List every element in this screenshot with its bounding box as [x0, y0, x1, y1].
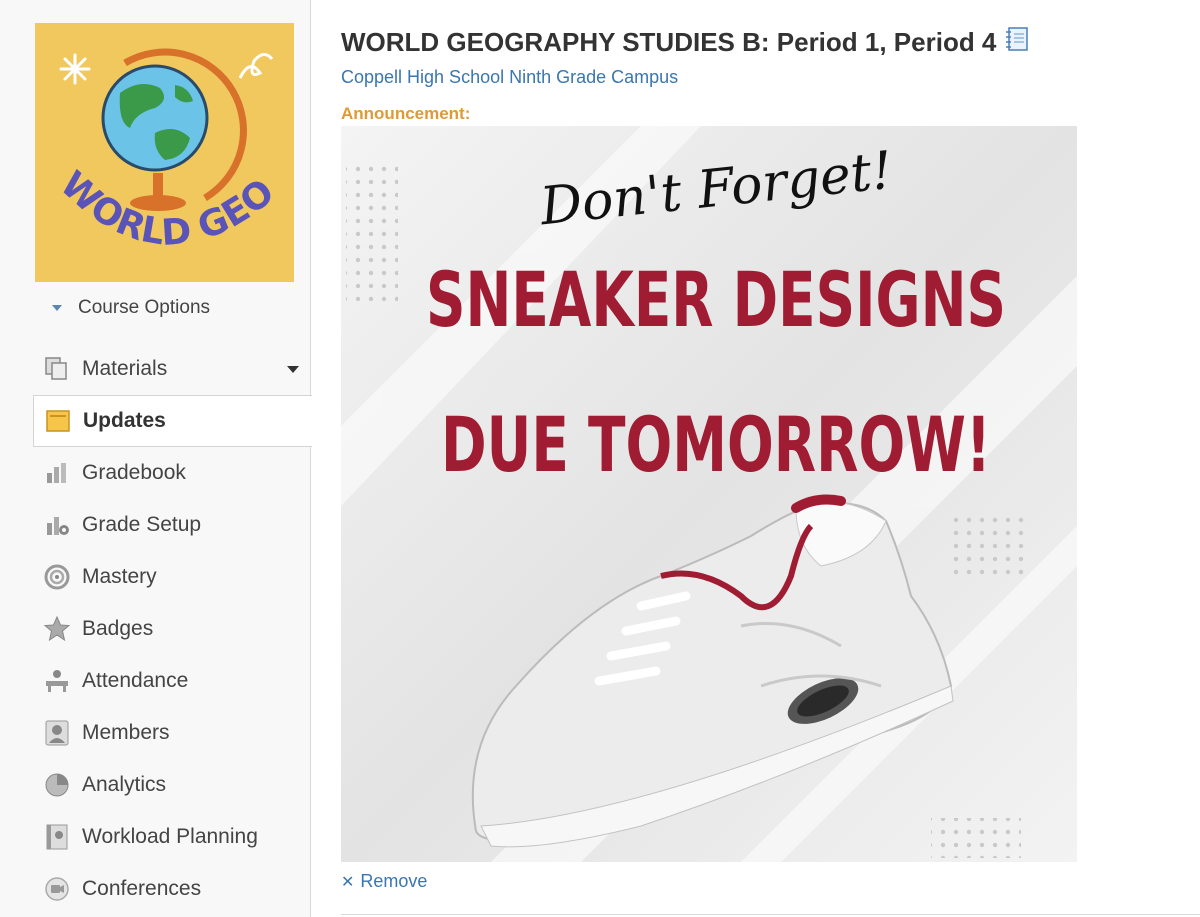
globe-logo-icon: WORLD GEOGRAPHY — [35, 23, 294, 282]
notebook-icon[interactable] — [1004, 26, 1030, 59]
members-icon — [42, 718, 72, 748]
svg-text:DUE TOMORROW!: DUE TOMORROW! — [441, 400, 991, 489]
sidebar-item-label: Grade Setup — [82, 513, 202, 536]
course-nav: Materials Updates Gradebook Grade Setup — [0, 343, 312, 915]
sneaker-poster-image: Don't Forget! SNEAKER DESIGNS DUE TOMORR… — [341, 126, 1077, 862]
sidebar-item-label: Analytics — [82, 773, 167, 796]
sidebar-item-members[interactable]: Members — [0, 707, 311, 759]
sidebar-item-label: Updates — [83, 409, 166, 432]
announcement-image: Don't Forget! SNEAKER DESIGNS DUE TOMORR… — [341, 126, 1077, 862]
grade-setup-icon — [42, 510, 72, 540]
badges-icon — [42, 614, 72, 644]
close-icon: ✕ — [341, 873, 355, 891]
sidebar-item-label: Conferences — [82, 877, 202, 900]
svg-text:SNEAKER DESIGNS: SNEAKER DESIGNS — [426, 255, 1006, 344]
announcement-label: Announcement: — [341, 104, 471, 123]
attendance-icon — [42, 666, 72, 696]
sidebar-item-analytics[interactable]: Analytics — [0, 759, 311, 811]
sidebar-item-label: Gradebook — [82, 461, 186, 484]
remove-label: Remove — [360, 871, 428, 891]
sidebar-item-label: Attendance — [82, 669, 189, 692]
conferences-icon — [42, 874, 72, 904]
sidebar-item-label: Members — [82, 721, 170, 744]
caret-down-icon — [52, 305, 62, 311]
sidebar-item-conferences[interactable]: Conferences — [0, 863, 311, 915]
sidebar-item-badges[interactable]: Badges — [0, 603, 311, 655]
sidebar-item-attendance[interactable]: Attendance — [0, 655, 311, 707]
sidebar-item-label: Workload Planning — [82, 825, 258, 848]
school-link[interactable]: Coppell High School Ninth Grade Campus — [341, 67, 678, 88]
workload-planning-icon — [42, 822, 72, 852]
updates-icon — [43, 406, 73, 436]
main-content: WORLD GEOGRAPHY STUDIES B: Period 1, Per… — [341, 0, 1200, 917]
materials-icon — [42, 354, 72, 384]
course-logo: WORLD GEOGRAPHY — [35, 23, 294, 282]
sidebar-item-materials[interactable]: Materials — [0, 343, 311, 395]
sidebar-item-workload-planning[interactable]: Workload Planning — [0, 811, 311, 863]
sidebar-item-label: Mastery — [82, 565, 157, 588]
mastery-icon — [42, 562, 72, 592]
sidebar: WORLD GEOGRAPHY Course Options Materials… — [0, 0, 312, 917]
sidebar-item-gradebook[interactable]: Gradebook — [0, 447, 311, 499]
sidebar-item-updates[interactable]: Updates — [33, 395, 312, 447]
chevron-down-icon[interactable] — [287, 366, 299, 373]
course-title-text: WORLD GEOGRAPHY STUDIES B: Period 1, Per… — [341, 27, 997, 57]
sidebar-item-label: Materials — [82, 357, 168, 380]
sidebar-item-label: Badges — [82, 617, 154, 640]
sidebar-item-grade-setup[interactable]: Grade Setup — [0, 499, 311, 551]
sidebar-item-mastery[interactable]: Mastery — [0, 551, 311, 603]
divider — [341, 914, 1200, 915]
remove-button[interactable]: ✕ Remove — [341, 871, 427, 892]
course-options-toggle[interactable]: Course Options — [52, 296, 210, 320]
gradebook-icon — [42, 458, 72, 488]
analytics-icon — [42, 770, 72, 800]
page-title: WORLD GEOGRAPHY STUDIES B: Period 1, Per… — [341, 26, 1030, 59]
course-options-label: Course Options — [78, 297, 211, 318]
